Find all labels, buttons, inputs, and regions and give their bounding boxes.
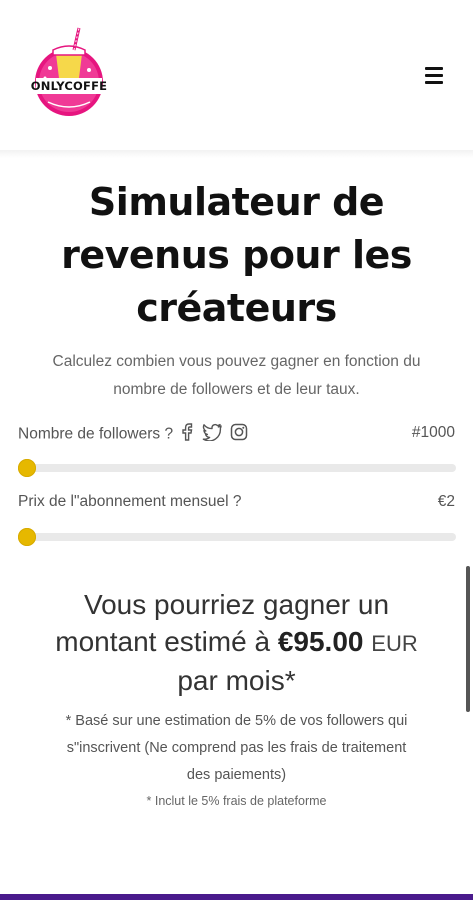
twitter-icon bbox=[202, 423, 222, 446]
logo-text: ONLYCOFFE bbox=[30, 79, 108, 93]
menu-bar bbox=[425, 81, 443, 84]
instagram-icon bbox=[230, 423, 248, 446]
slider-thumb[interactable] bbox=[18, 459, 36, 477]
price-value: €2 bbox=[437, 493, 455, 510]
result-line: par mois* bbox=[177, 665, 296, 696]
page-scrollbar[interactable] bbox=[466, 566, 470, 712]
note-line: s"inscrivent (Ne comprend pas les frais … bbox=[66, 740, 407, 756]
followers-slider[interactable] bbox=[18, 459, 456, 477]
price-slider[interactable] bbox=[18, 528, 456, 546]
followers-label: Nombre de followers ? bbox=[18, 425, 174, 443]
subtitle-line: nombre de followers et de leur taux. bbox=[113, 381, 360, 398]
result-line: montant estimé à €95.00 EUR bbox=[20, 623, 453, 662]
site-header: ONLYCOFFE bbox=[0, 0, 473, 152]
note-line: des paiements) bbox=[186, 767, 287, 783]
result-line: Vous pourriez gagner un bbox=[83, 589, 390, 620]
price-label: Prix de l"abonnement mensuel ? bbox=[18, 493, 242, 510]
followers-label-row: Nombre de followers ? bbox=[18, 423, 248, 446]
title-line: Simulateur de bbox=[88, 180, 385, 224]
onlycoffe-logo[interactable]: ONLYCOFFE bbox=[30, 26, 108, 120]
subtitle-line: Calculez combien vous pouvez gagner en f… bbox=[52, 353, 421, 370]
facebook-icon bbox=[181, 423, 193, 446]
coffee-cup-logo-icon bbox=[35, 27, 103, 116]
slider-track bbox=[18, 533, 456, 541]
result-prefix: montant estimé à bbox=[55, 626, 278, 657]
slider-thumb[interactable] bbox=[18, 528, 36, 546]
estimated-earnings: Vous pourriez gagner un montant estimé à… bbox=[20, 586, 453, 699]
earnings-currency: EUR bbox=[371, 631, 418, 656]
bottom-accent-bar bbox=[0, 894, 473, 900]
menu-bar bbox=[425, 67, 443, 70]
title-line: créateurs bbox=[136, 286, 337, 330]
platform-fee-note: * Inclut le 5% frais de plateforme bbox=[146, 794, 327, 808]
page-subtitle: Calculez combien vous pouvez gagner en f… bbox=[20, 348, 453, 404]
estimation-note: * Basé sur une estimation de 5% de vos f… bbox=[24, 708, 449, 789]
note-line: * Basé sur une estimation de 5% de vos f… bbox=[65, 713, 408, 729]
page-title: Simulateur de revenus pour les créateurs bbox=[20, 176, 453, 335]
title-line: revenus pour les bbox=[61, 233, 412, 277]
menu-bar bbox=[425, 74, 443, 77]
earnings-amount: €95.00 bbox=[277, 626, 364, 657]
slider-track bbox=[18, 464, 456, 472]
hamburger-menu-button[interactable] bbox=[422, 64, 448, 88]
followers-value: #1000 bbox=[411, 424, 455, 441]
header-shadow bbox=[0, 150, 473, 158]
